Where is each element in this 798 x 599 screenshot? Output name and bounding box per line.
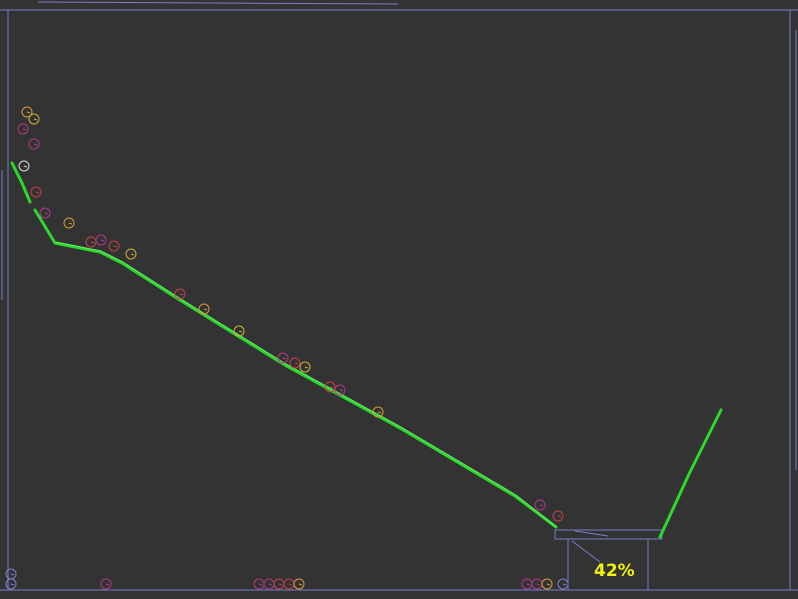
ball-icon [557,578,569,590]
ball-icon [28,138,40,150]
ball-icon [552,510,564,522]
ball-spin-marker [203,308,208,311]
ball-spin-marker [268,583,273,586]
ball-spin-marker [105,583,110,586]
ball-spin-marker [377,411,382,414]
ball-spin-marker [35,191,40,194]
ball-spin-marker [282,357,287,360]
ball-icon [198,303,210,315]
game-canvas[interactable]: 42% [0,0,798,599]
ball-spin-marker [130,253,135,256]
ball-spin-marker [100,239,105,242]
bin-lid-line [574,530,609,537]
ball-spin-marker [26,111,31,114]
ball-icon [253,578,265,590]
track-highlight-main [55,241,556,527]
track-segment-upper-left[interactable] [10,161,32,204]
ball-spin-marker [258,583,263,586]
ball-spin-marker [339,389,344,392]
ball-spin-marker [557,515,562,518]
ball-spin-marker [22,128,27,131]
bin-deflector [571,540,601,563]
ball-spin-marker [44,212,49,215]
progress-percentage: 42% [594,561,635,581]
ball-icon [531,578,543,590]
ball-spin-marker [10,583,15,586]
ball-spin-marker [536,583,541,586]
ball-icon [18,160,30,172]
drawn-track-lines[interactable] [10,161,723,539]
ball-icon [289,357,301,369]
ball-spin-marker [294,362,299,365]
ball-icon [100,578,112,590]
ball-spin-marker [68,222,73,225]
ball-icon [28,113,40,125]
ball-spin-marker [23,165,28,168]
ball-group [5,106,569,590]
ball-icon [39,207,51,219]
ball-icon [521,578,533,590]
ball-icon [30,186,42,198]
ball-spin-marker [562,583,567,586]
track-segment-right-ramp[interactable] [658,408,723,539]
collection-bin-icon [554,529,663,590]
ball-spin-marker [33,118,38,121]
ball-icon [293,578,305,590]
ball-icon [174,288,186,300]
bin-lid [554,529,663,540]
game-scene[interactable]: 42% [0,0,798,599]
ball-spin-marker [179,293,184,296]
ball-icon [95,234,107,246]
ball-spin-marker [288,583,293,586]
ball-spin-marker [238,330,243,333]
ball-icon [85,236,97,248]
ball-spin-marker [113,245,118,248]
ball-spin-marker [33,143,38,146]
ball-icon [273,578,285,590]
ball-spin-marker [278,583,283,586]
ball-icon [17,123,29,135]
ball-icon [541,578,553,590]
boundary-top-sliver [37,1,399,5]
ball-icon [108,240,120,252]
ball-icon [277,352,289,364]
ball-icon [63,217,75,229]
ball-icon [125,248,137,260]
ball-spin-marker [526,583,531,586]
arena-boundary [0,1,798,591]
ball-icon [283,578,295,590]
ball-spin-marker [298,583,303,586]
ball-spin-marker [539,504,544,507]
ball-spin-marker [546,583,551,586]
ball-icon [263,578,275,590]
ball-icon [534,499,546,511]
ball-spin-marker [304,366,309,369]
ball-icon [299,361,311,373]
ball-spin-marker [90,241,95,244]
track-highlight [55,241,556,527]
ball-spin-marker [10,573,15,576]
